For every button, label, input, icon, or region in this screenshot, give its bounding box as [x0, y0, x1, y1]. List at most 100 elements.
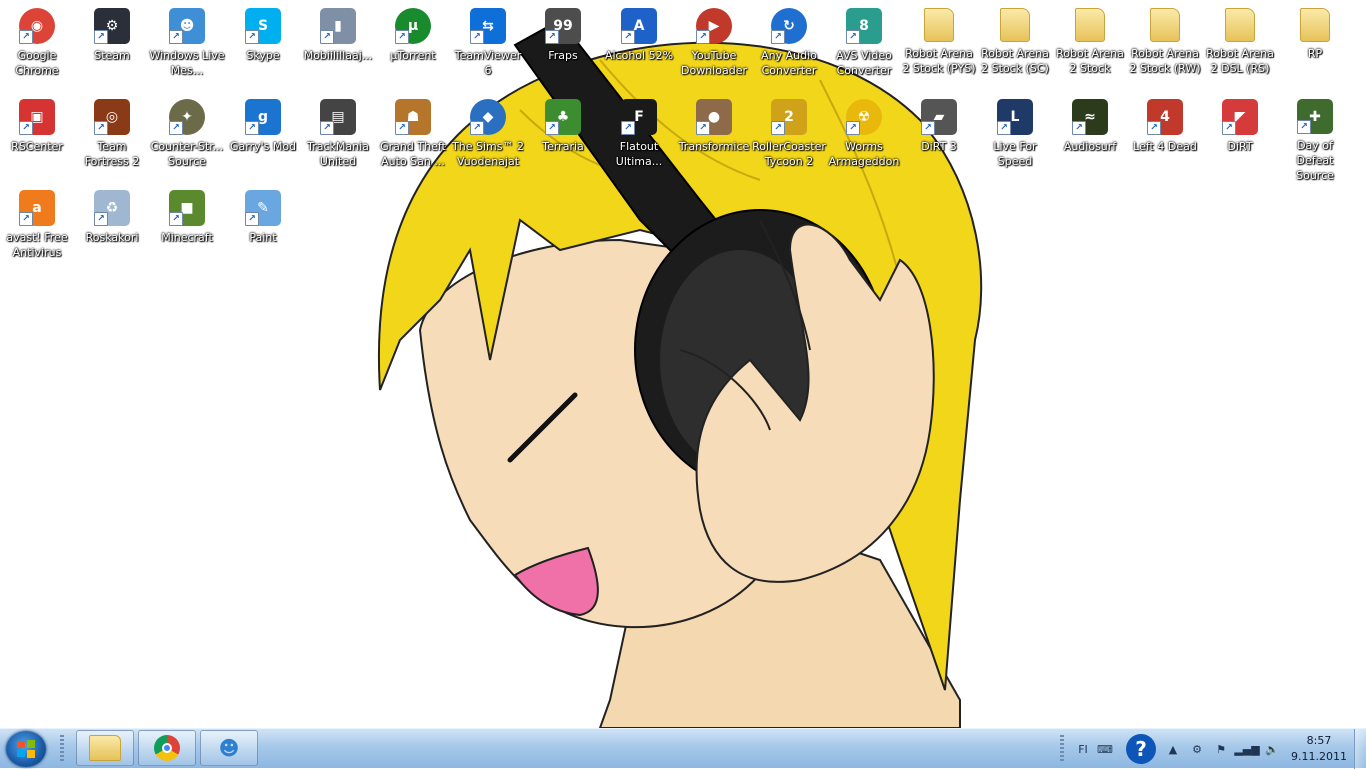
desktop-icon-avast[interactable]: a ↗ avast! Free Antivirus	[0, 186, 74, 274]
action-center-icon[interactable]: ⚑	[1210, 729, 1232, 769]
desktop-icon-terraria[interactable]: ♣ ↗ Terraria	[526, 95, 600, 183]
shortcut-arrow-icon: ↗	[696, 30, 710, 44]
desktop-icon-paint[interactable]: ✎ ↗ Paint	[226, 186, 300, 274]
desktop-icon-recycle-bin[interactable]: ♻ ↗ Roskakori	[75, 186, 149, 274]
garrys-mod-icon: g ↗	[245, 99, 281, 135]
counter-strike-icon: ✦ ↗	[169, 99, 205, 135]
desktop-icon-label: Mobiilillaaj...	[303, 49, 373, 62]
desktop-icon-folder[interactable]: Robot Arena 2 Stock (PYS)	[902, 4, 976, 92]
shortcut-arrow-icon: ↗	[470, 30, 484, 44]
desktop-icon-label: Garry's Mod	[229, 140, 297, 153]
desktop-icon-label: The Sims™ 2 Vuodenajat	[452, 140, 524, 168]
desktop-icon-teamviewer[interactable]: ⇆ ↗ TeamViewer 6	[451, 4, 525, 92]
desktop-icon-folder[interactable]: Robot Arena 2 Stock	[1053, 4, 1127, 92]
desktop-icon-label: Worms Armageddon	[828, 140, 900, 168]
taskbar-explorer-button[interactable]	[76, 730, 134, 766]
taskbar-grip[interactable]	[60, 735, 64, 763]
desktop-icon-dirt3[interactable]: ▰ ↗ DiRT 3	[902, 95, 976, 183]
shortcut-arrow-icon: ↗	[395, 121, 409, 135]
desktop-icon-utorrent[interactable]: µ ↗ µTorrent	[376, 4, 450, 92]
dirt3-icon: ▰ ↗	[921, 99, 957, 135]
start-button[interactable]	[6, 731, 46, 767]
shortcut-arrow-icon: ↗	[771, 30, 785, 44]
desktop-icon-label: µTorrent	[390, 49, 436, 62]
taskbar: ☻ FI ⌨ ? ▲ ⚙ ⚑ ▂▄▆ 🔈 8:57 9.11.2011	[0, 728, 1366, 769]
desktop-icon-dirt[interactable]: ◤ ↗ DiRT	[1203, 95, 1277, 183]
utorrent-icon: µ ↗	[395, 8, 431, 44]
keyboard-icon[interactable]: ⌨	[1096, 729, 1114, 769]
desktop-icon-rscenter[interactable]: ▣ ↗ RSCenter	[0, 95, 74, 183]
desktop-icon-label: Skype	[246, 49, 280, 62]
desktop-icon-label: AVS Video Converter	[836, 49, 892, 77]
desktop-icon-garrys-mod[interactable]: g ↗ Garry's Mod	[226, 95, 300, 183]
desktop-icon-flatout[interactable]: F ↗ Flatout Ultima...	[602, 95, 676, 183]
desktop-icon-trackmania[interactable]: ▤ ↗ TrackMania United	[301, 95, 375, 183]
desktop-icon-transformice[interactable]: ● ↗ Transformice	[677, 95, 751, 183]
shortcut-arrow-icon: ↗	[1222, 121, 1236, 135]
show-hidden-icons-icon[interactable]: ▲	[1166, 729, 1180, 769]
shortcut-arrow-icon: ↗	[1297, 120, 1311, 134]
steam-icon: ⚙ ↗	[94, 8, 130, 44]
shortcut-arrow-icon: ↗	[245, 212, 259, 226]
desktop-icon-live-for-speed[interactable]: L ↗ Live For Speed	[978, 95, 1052, 183]
rscenter-icon: ▣ ↗	[19, 99, 55, 135]
sims-icon: ◆ ↗	[470, 99, 506, 135]
chrome-icon: ◉ ↗	[19, 8, 55, 44]
desktop-icon-left4dead[interactable]: 4 ↗ Left 4 Dead	[1128, 95, 1202, 183]
shortcut-arrow-icon: ↗	[1147, 121, 1161, 135]
desktop-icon-label: Flatout Ultima...	[615, 140, 663, 168]
desktop-icon-mobile-device[interactable]: ▮ ↗ Mobiilillaaj...	[301, 4, 375, 92]
shortcut-arrow-icon: ↗	[696, 121, 710, 135]
desktop-icon-worms[interactable]: ☢ ↗ Worms Armageddon	[827, 95, 901, 183]
desktop-icon-skype[interactable]: S ↗ Skype	[226, 4, 300, 92]
desktop-icon-messenger[interactable]: ☻ ↗ Windows Live Mes...	[149, 4, 225, 92]
desktop-icon-rollercoaster[interactable]: 2 ↗ RollerCoaster Tycoon 2	[752, 95, 826, 183]
steam-tray-icon[interactable]: ⚙	[1186, 729, 1208, 769]
taskbar-messenger-button[interactable]: ☻	[200, 730, 258, 766]
mobile-device-icon: ▮ ↗	[320, 8, 356, 44]
desktop-icon-minecraft[interactable]: ■ ↗ Minecraft	[150, 186, 224, 274]
desktop-icon-alcohol[interactable]: A ↗ Alcohol 52%	[602, 4, 676, 92]
desktop-icon-label: Terraria	[542, 140, 584, 153]
desktop-icon-fraps[interactable]: 99 ↗ Fraps	[526, 4, 600, 92]
desktop-icon-gta[interactable]: ☗ ↗ Grand Theft Auto San ...	[376, 95, 450, 183]
tray-grip[interactable]	[1060, 735, 1064, 763]
desktop-icon-avs-video[interactable]: 8 ↗ AVS Video Converter	[827, 4, 901, 92]
desktop-icon-day-of-defeat[interactable]: ✚ ↗ Day of Defeat Source	[1278, 95, 1352, 183]
desktop-icon-label: Any Audio Converter	[761, 49, 817, 77]
desktop-icon-label: DiRT 3	[921, 140, 957, 153]
desktop-icon-chrome[interactable]: ◉ ↗ Google Chrome	[0, 4, 74, 92]
shortcut-arrow-icon: ↗	[94, 121, 108, 135]
desktop-icon-counter-strike[interactable]: ✦ ↗ Counter-Str... Source	[150, 95, 224, 183]
clock[interactable]: 8:57 9.11.2011	[1288, 733, 1350, 765]
taskbar-chrome-button[interactable]	[138, 730, 196, 766]
shortcut-arrow-icon: ↗	[94, 30, 108, 44]
clock-date: 9.11.2011	[1291, 750, 1347, 763]
shortcut-arrow-icon: ↗	[470, 121, 484, 135]
desktop-icon-label: Audiosurf	[1063, 140, 1117, 153]
shortcut-arrow-icon: ↗	[1072, 121, 1086, 135]
volume-icon[interactable]: 🔈	[1262, 729, 1282, 769]
network-icon[interactable]: ▂▄▆	[1234, 729, 1259, 769]
desktop-icon-steam[interactable]: ⚙ ↗ Steam	[75, 4, 149, 92]
desktop-icon-tf2[interactable]: ◎ ↗ Team Fortress 2	[75, 95, 149, 183]
desktop-icon-folder[interactable]: RP	[1278, 4, 1352, 92]
gta-icon: ☗ ↗	[395, 99, 431, 135]
desktop-icon-folder[interactable]: Robot Arena 2 DSL (RS)	[1203, 4, 1277, 92]
youtube-downloader-icon: ▶ ↗	[696, 8, 732, 44]
desktop-icon-sims[interactable]: ◆ ↗ The Sims™ 2 Vuodenajat	[451, 95, 525, 183]
messenger-icon: ☻ ↗	[169, 8, 205, 44]
language-indicator[interactable]: FI	[1072, 729, 1094, 769]
show-desktop-button[interactable]	[1354, 729, 1366, 769]
help-icon[interactable]: ?	[1124, 729, 1158, 769]
desktop-icon-audio-converter[interactable]: ↻ ↗ Any Audio Converter	[752, 4, 826, 92]
desktop-icon-label: Google Chrome	[15, 49, 59, 77]
shortcut-arrow-icon: ↗	[19, 212, 33, 226]
shortcut-arrow-icon: ↗	[846, 121, 860, 135]
desktop-icon-audiosurf[interactable]: ≈ ↗ Audiosurf	[1053, 95, 1127, 183]
desktop-icon-youtube-downloader[interactable]: ▶ ↗ YouTube Downloader	[677, 4, 751, 92]
desktop-icon-folder[interactable]: Robot Arena 2 Stock (SC)	[978, 4, 1052, 92]
shortcut-arrow-icon: ↗	[921, 121, 935, 135]
desktop-icon-folder[interactable]: Robot Arena 2 Stock (RW)	[1128, 4, 1202, 92]
desktop-icon-label: Transformice	[678, 140, 750, 153]
